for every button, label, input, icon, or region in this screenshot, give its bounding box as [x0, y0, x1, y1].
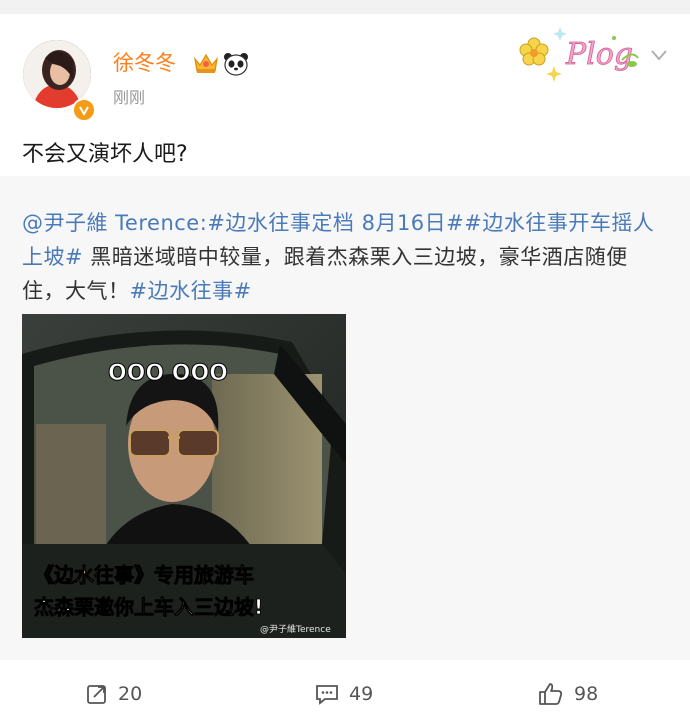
repost-text: @尹子維 Terence:#边水往事定档 8月16日##边水往事开车摇人上坡# … — [22, 206, 662, 308]
verified-badge-icon — [72, 98, 96, 122]
repost-body-text: 黑暗迷域暗中较量，跟着杰森栗入三边坡，豪华酒店随便住，大气！ — [22, 245, 628, 303]
plog-decoration-icon: Plog — [519, 27, 639, 82]
post-timestamp: 刚刚 — [113, 88, 146, 107]
comment-icon — [316, 685, 338, 705]
panda-icon — [224, 53, 248, 76]
repost-button[interactable]: 20 — [86, 682, 142, 706]
comment-button[interactable]: 49 — [315, 682, 373, 706]
post-image-graphic: OOO OOO 《边水往事》专用旅游车 杰森栗邀你上车入三边坡! @尹子維Ter… — [22, 314, 346, 638]
username[interactable]: 徐冬冬 — [113, 50, 176, 76]
image-dots: OOO OOO — [108, 361, 228, 386]
hashtag-link[interactable]: #边水往事# — [130, 279, 252, 303]
repost-block[interactable]: @尹子維 Terence:#边水往事定档 8月16日##边水往事开车摇人上坡# … — [0, 176, 690, 660]
hashtag-link[interactable]: #边水往事定档 8月16日# — [207, 211, 464, 235]
image-caption-line2: 杰森栗邀你上车入三边坡! — [34, 595, 263, 619]
post-image[interactable]: OOO OOO 《边水往事》专用旅游车 杰森栗邀你上车入三边坡! @尹子維Ter… — [22, 314, 346, 638]
like-button[interactable]: 98 — [538, 682, 598, 706]
weibo-post-card: 徐冬冬 刚刚 Plog 不会又演坏人吧? @尹子維 Terence:#边水往事定… — [0, 14, 690, 726]
post-text: 不会又演坏人吧? — [22, 142, 188, 167]
plog-text: Plog — [565, 37, 633, 72]
repost-count: 20 — [118, 683, 143, 705]
like-count: 98 — [574, 683, 599, 705]
chevron-down-icon[interactable] — [648, 44, 670, 66]
thumbs-up-icon — [539, 683, 563, 705]
share-icon — [87, 685, 106, 704]
image-watermark: @尹子維Terence — [260, 623, 331, 635]
comment-count: 49 — [349, 683, 374, 705]
crown-icon — [194, 53, 218, 73]
action-bar: 20 49 98 — [0, 660, 690, 726]
repost-author-link[interactable]: @尹子維 Terence: — [22, 211, 207, 235]
image-caption-line1: 《边水往事》专用旅游车 — [34, 563, 254, 587]
